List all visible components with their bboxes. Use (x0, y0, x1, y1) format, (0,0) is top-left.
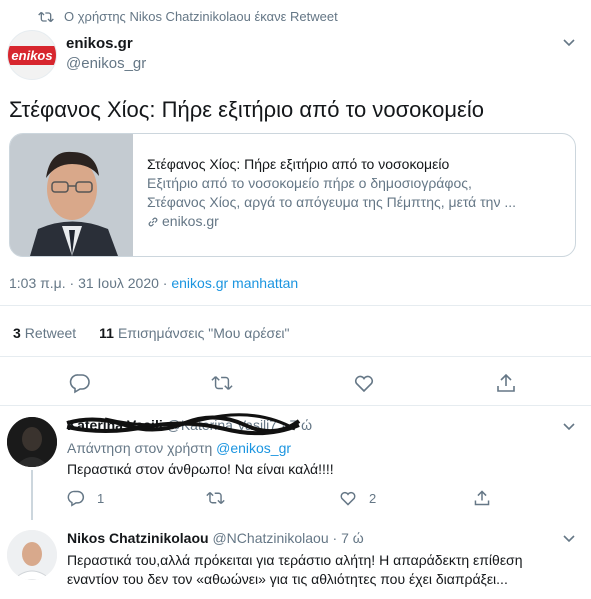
reply-text-line1: Περαστικά του,αλλά πρόκειται για τεράστι… (67, 552, 523, 568)
link-icon (148, 217, 158, 226)
tweet-author: enikos enikos.gr @enikos_gr (7, 30, 587, 80)
card-description-line1: Εξιτήριο από το νοσοκομείο πήρε ο δημοσι… (147, 175, 472, 191)
link-card[interactable]: Στέφανος Χίος: Πήρε εξιτήριο από το νοσο… (9, 133, 576, 257)
likes-count: 11 (99, 325, 114, 341)
divider (0, 405, 591, 406)
reply-text: Περαστικά στον άνθρωπο! Να είναι καλά!!!… (67, 461, 334, 477)
like-icon (340, 492, 356, 506)
retweet-action[interactable] (206, 489, 237, 507)
retweet-icon (38, 11, 54, 23)
enikos-logo: enikos (8, 45, 56, 65)
retweets-count: 3 (13, 325, 21, 341)
reply-author-name[interactable]: Nikos Chatzinikolaou (67, 530, 209, 546)
redaction-scribble (66, 413, 301, 436)
reply-to-line: Απάντηση στον χρήστη @enikos_gr (67, 440, 291, 456)
reply-author-row: Nikos Chatzinikolaou @NChatzinikolaou · … (67, 530, 364, 546)
tweet-actions (0, 372, 591, 394)
tweet-timestamp[interactable]: 1:03 π.μ. · 31 Ιουλ 2020 · (9, 275, 171, 291)
thread-line (31, 470, 33, 520)
author-name[interactable]: enikos.gr (66, 35, 133, 52)
avatar[interactable] (7, 417, 57, 467)
avatar[interactable] (7, 530, 57, 580)
share-action[interactable] (473, 489, 503, 507)
reply-to-prefix: Απάντηση στον χρήστη (67, 440, 217, 456)
card-image (10, 134, 133, 256)
retweet-icon[interactable] (211, 372, 233, 394)
retweet-icon (206, 491, 225, 505)
chevron-down-icon[interactable] (562, 38, 576, 48)
tweet-stats: 3 Retweet 11 Επισημάνσεις "Μου αρέσει" (13, 325, 290, 341)
card-title: Στέφανος Χίος: Πήρε εξιτήριο από το νοσο… (147, 156, 450, 172)
avatar[interactable]: enikos (7, 30, 57, 80)
tweet-source[interactable]: enikos.gr manhattan (171, 275, 298, 291)
like-icon[interactable] (353, 372, 375, 394)
retweet-header: Ο χρήστης Nikos Chatzinikolaou έκανε Ret… (38, 9, 338, 24)
avatar-photo (7, 530, 57, 580)
reply-author-handle[interactable]: @NChatzinikolaou (212, 530, 328, 546)
chevron-down-icon[interactable] (562, 534, 576, 544)
reply-text: Περαστικά του,αλλά πρόκειται για τεράστι… (67, 551, 582, 589)
divider (0, 305, 591, 306)
like-action[interactable]: 2 (339, 489, 376, 507)
reply-author-row: Katerina Vasili @Katerina Vasili7 · 7 ώ (66, 413, 312, 436)
reply-action[interactable]: 1 (67, 489, 104, 507)
reply-to-mention[interactable]: @enikos_gr (216, 440, 291, 456)
tweet-meta: 1:03 π.μ. · 31 Ιουλ 2020 · enikos.gr man… (9, 275, 298, 291)
card-description-line2: Στέφανος Χίος, αργά το απόγευμα της Πέμπ… (147, 194, 517, 210)
retweets-label: Retweet (24, 325, 77, 341)
reply-text-line2: εναντίον του δεν τον «αθωώνει» για τις α… (67, 571, 508, 587)
retweet-header-text[interactable]: Ο χρήστης Nikos Chatzinikolaou έκανε Ret… (64, 9, 338, 24)
reply-count: 1 (97, 490, 105, 506)
card-body: Στέφανος Χίος: Πήρε εξιτήριο από το νοσο… (133, 134, 557, 256)
share-icon[interactable] (495, 372, 517, 394)
avatar-photo (7, 417, 57, 467)
reply-icon (67, 490, 85, 507)
reply-icon[interactable] (69, 372, 91, 394)
person-photo (10, 134, 133, 256)
share-icon (474, 490, 490, 506)
retweets-stat[interactable]: 3 Retweet (13, 325, 76, 341)
chevron-down-icon[interactable] (562, 422, 576, 432)
divider (0, 356, 591, 357)
like-count: 2 (369, 490, 377, 506)
likes-label: Επισημάνσεις "Μου αρέσει" (117, 325, 290, 341)
likes-stat[interactable]: 11 Επισημάνσεις "Μου αρέσει" (99, 325, 289, 341)
author-handle[interactable]: @enikos_gr (66, 55, 146, 72)
card-link: enikos.gr (147, 212, 557, 231)
card-link-text: enikos.gr (162, 213, 219, 229)
reply-time[interactable]: · 7 ώ (333, 530, 364, 546)
tweet-text: Στέφανος Χίος: Πήρε εξιτήριο από το νοσο… (9, 97, 484, 122)
